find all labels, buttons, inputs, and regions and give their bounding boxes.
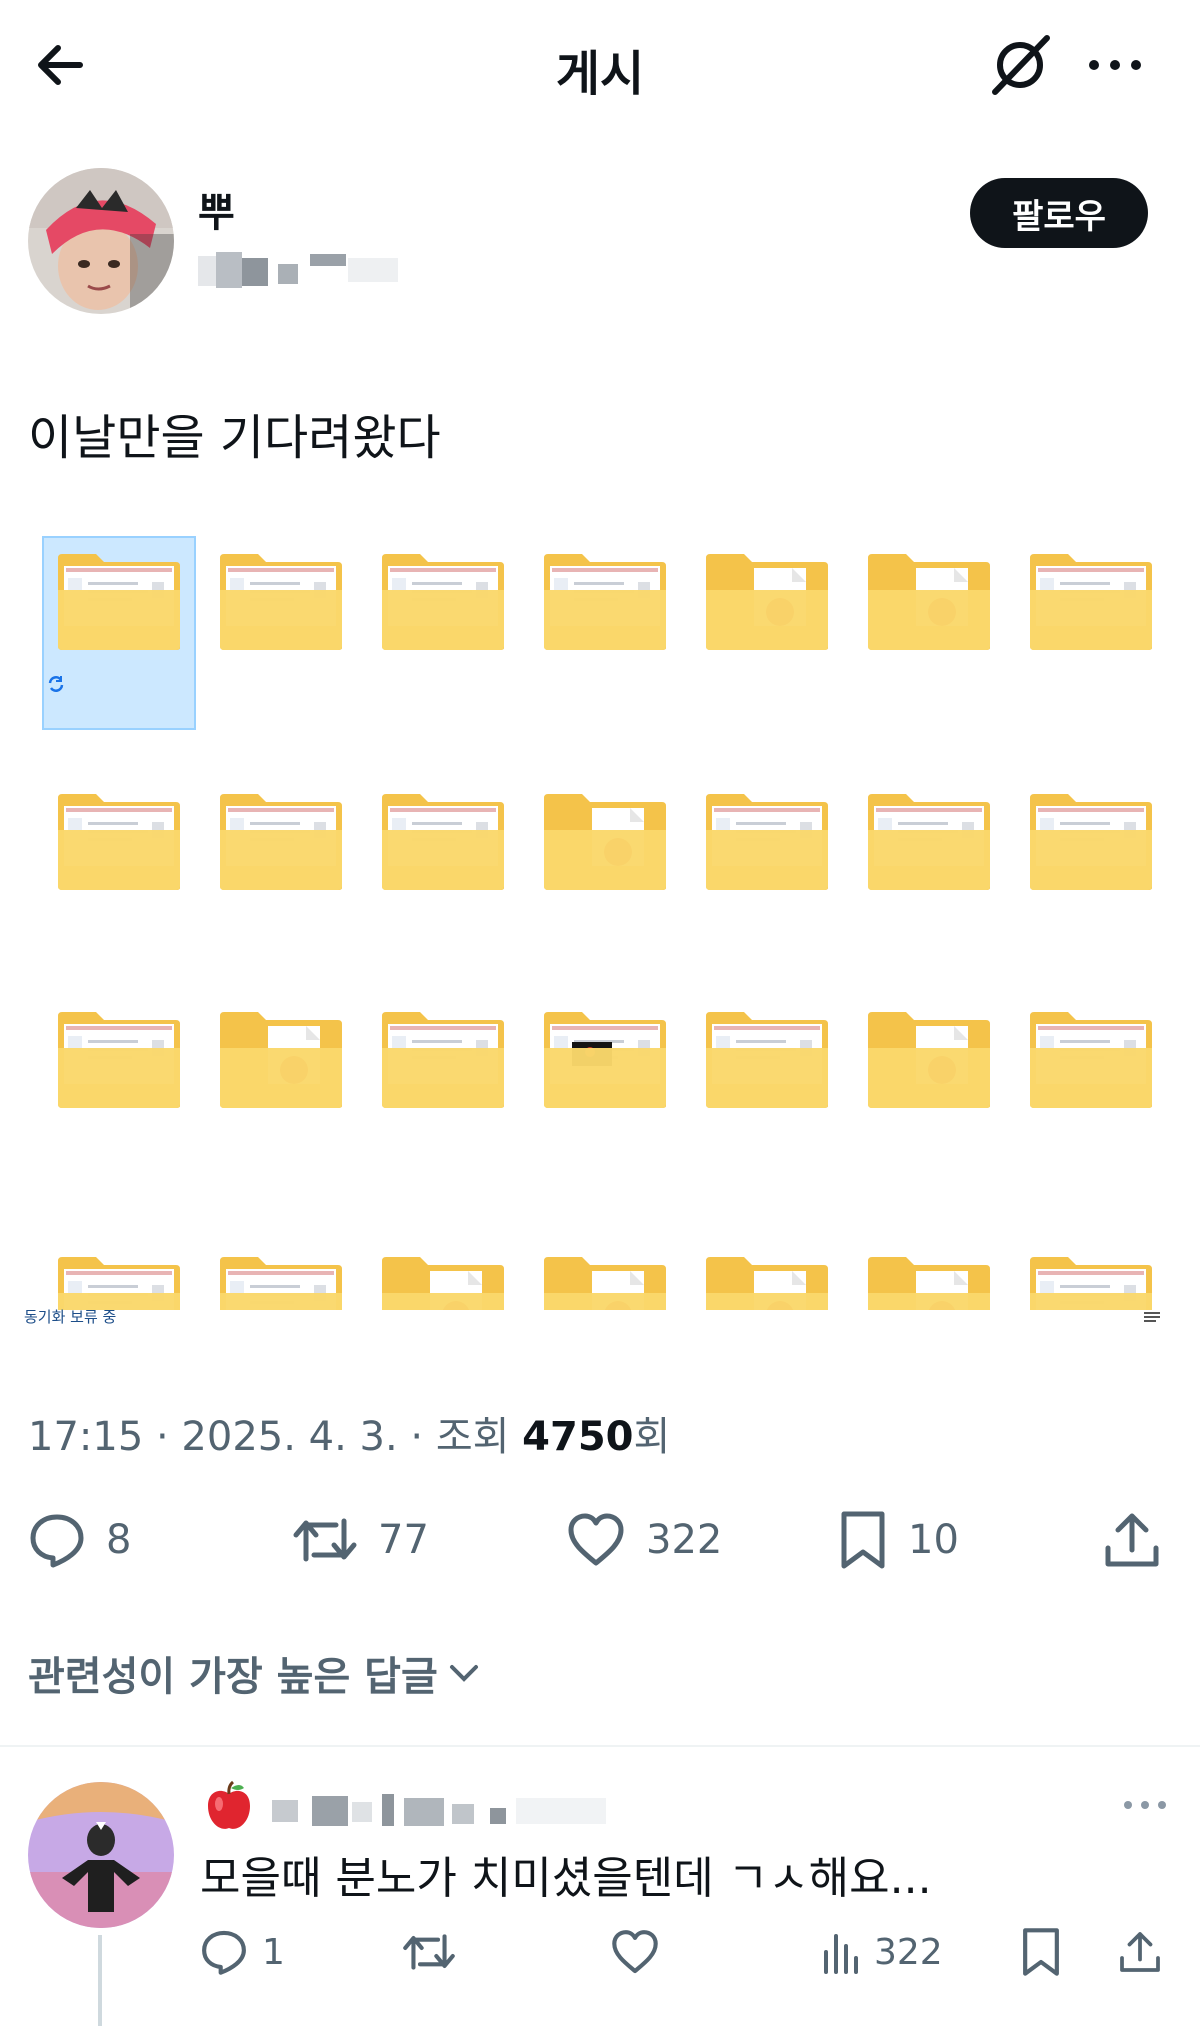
repost-icon: [293, 1518, 357, 1562]
chevron-down-icon: [449, 1665, 478, 1682]
top-bar: 게시: [0, 0, 1200, 130]
heart-icon: [612, 1930, 658, 1974]
grok-icon[interactable]: [985, 30, 1055, 100]
heart-icon: [568, 1513, 624, 1566]
folder-icon: [58, 554, 180, 650]
reply-repost-action[interactable]: [402, 1922, 456, 1982]
folder-icon: [544, 554, 666, 650]
folder-icon: [58, 1257, 180, 1310]
folder-icon: [868, 1012, 990, 1108]
bookmark-icon: [1023, 1928, 1059, 1976]
reply-bookmark-action[interactable]: [1020, 1922, 1062, 1982]
reply-like-action[interactable]: [610, 1922, 660, 1982]
reply-avatar[interactable]: [28, 1782, 174, 1928]
folder-icon: [706, 1257, 828, 1310]
folder-icon: [1030, 794, 1152, 890]
reply-more-icon[interactable]: [1120, 1790, 1170, 1820]
share-icon: [1120, 1932, 1160, 1972]
folder-icon: [220, 1012, 342, 1108]
view-suffix: 회: [633, 1414, 671, 1460]
author-avatar[interactable]: [28, 168, 174, 314]
blurred-handle: [198, 252, 398, 288]
repost-action[interactable]: 77: [292, 1505, 429, 1575]
folder-icon: [868, 794, 990, 890]
reply-reply-action[interactable]: 1: [200, 1922, 285, 1982]
folder-icon: [868, 1257, 990, 1310]
bookmark-icon: [841, 1511, 885, 1569]
reply-icon: [202, 1930, 246, 1975]
sync-icon: [48, 676, 64, 692]
folder-icon: [382, 794, 504, 890]
folder-icon: [58, 794, 180, 890]
author-name[interactable]: 뿌: [198, 180, 235, 238]
thread-line: [98, 1935, 102, 2026]
more-options-icon[interactable]: [1080, 30, 1150, 100]
folder-icon: [1030, 1257, 1152, 1310]
folder-icon: [544, 794, 666, 890]
reply-action[interactable]: 8: [28, 1505, 131, 1575]
bookmark-count: 10: [908, 1517, 959, 1563]
folder-icon: [544, 1012, 666, 1108]
folder-icon: [706, 794, 828, 890]
share-icon[interactable]: [1100, 1508, 1164, 1572]
folder-icon: [220, 794, 342, 890]
sync-status-text: 동기화 보류 중: [24, 1308, 117, 1326]
views-chart-icon: [824, 1934, 858, 1974]
blurred-reply-handle: [272, 1794, 606, 1826]
folder-icon: [868, 554, 990, 650]
post-meta: 17:15 · 2025. 4. 3. · 조회 4750회: [28, 1404, 670, 1462]
like-count: 322: [646, 1517, 723, 1563]
reply-views-action[interactable]: 322: [820, 1922, 943, 1982]
view-count: 4750: [522, 1414, 634, 1460]
apple-emoji-icon: [208, 1780, 250, 1829]
folder-icon: [706, 554, 828, 650]
folder-icon: [58, 1012, 180, 1108]
folder-icon: [382, 1012, 504, 1108]
folder-icon: [382, 1257, 504, 1310]
folder-icon: [220, 554, 342, 650]
post-text: 이날만을 기다려왔다: [28, 410, 441, 466]
folder-icon: [544, 1257, 666, 1310]
reply-sort-label: 관련성이 가장 높은 답글: [28, 1654, 438, 1700]
follow-button[interactable]: 팔로우: [970, 178, 1148, 248]
post-timestamp: 17:15 · 2025. 4. 3. · 조회: [28, 1414, 523, 1460]
like-action[interactable]: 322: [566, 1505, 722, 1575]
reply-count: 8: [106, 1517, 132, 1563]
divider: [0, 1745, 1200, 1747]
folder-icon: [706, 1012, 828, 1108]
reply-reply-count: 1: [262, 1931, 285, 1973]
repost-count: 77: [378, 1517, 429, 1563]
folder-icon: [382, 554, 504, 650]
folder-icon: [220, 1257, 342, 1310]
bookmark-action[interactable]: 10: [838, 1505, 959, 1575]
folder-icon: [1030, 554, 1152, 650]
details-view-icon: [1144, 1312, 1160, 1322]
reply-text: 모을때 분노가 치미셨을텐데 ㄱㅅ해요...: [200, 1853, 932, 1904]
reply-view-count: 322: [874, 1931, 943, 1973]
folder-icon: [1030, 1012, 1152, 1108]
reply-icon: [30, 1514, 84, 1568]
repost-icon: [403, 1934, 455, 1970]
reply-sort-dropdown[interactable]: 관련성이 가장 높은 답글: [28, 1644, 484, 1702]
reply-share-action[interactable]: [1116, 1922, 1164, 1982]
post-image[interactable]: [28, 530, 1178, 1310]
